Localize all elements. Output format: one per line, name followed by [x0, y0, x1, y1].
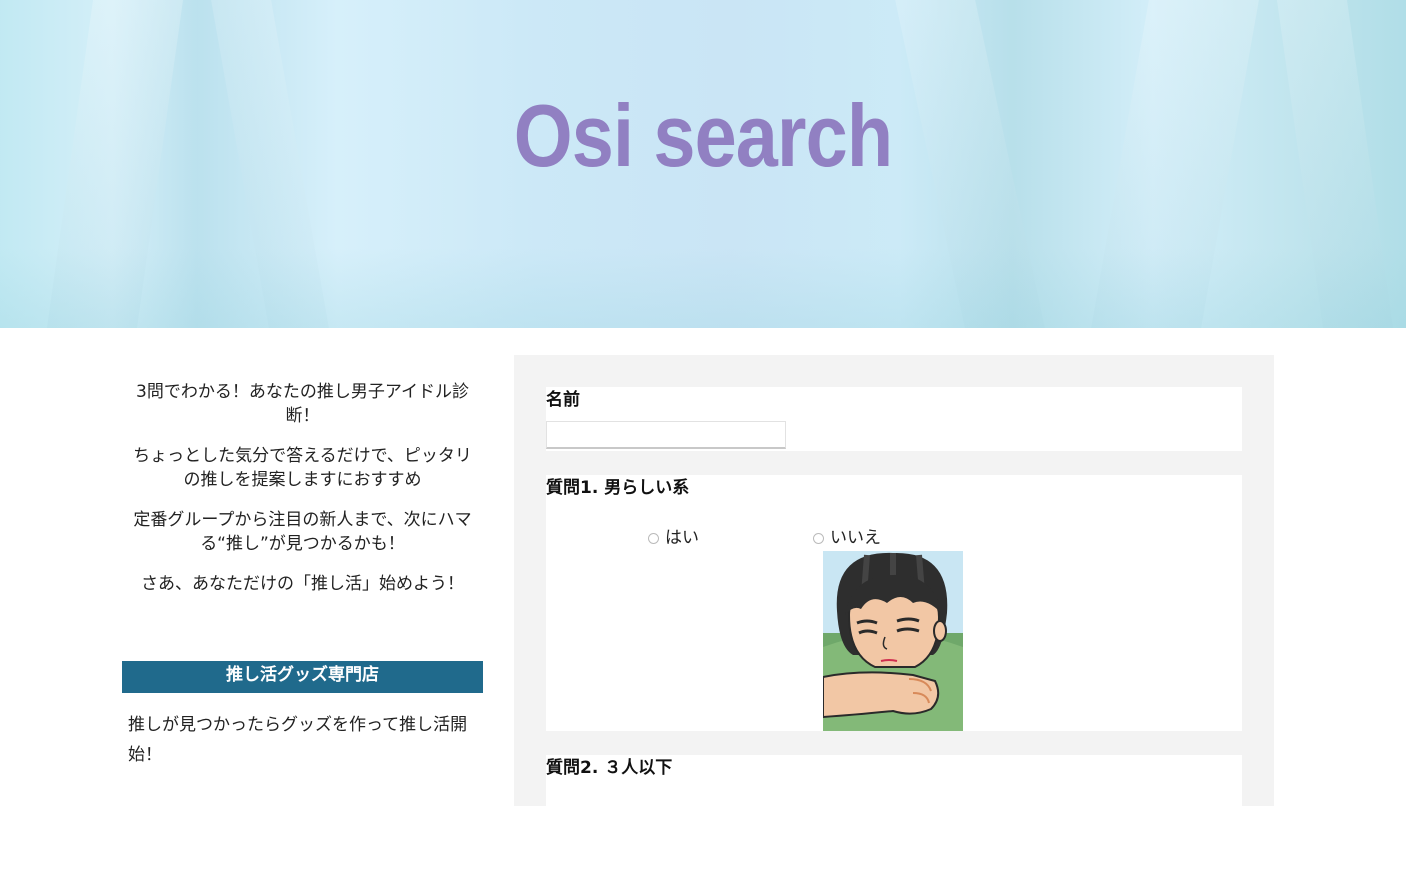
diagnosis-form: 名前 質問1. 男らしい系 はい いいえ 質問2. ３人以下: [514, 355, 1274, 806]
intro-paragraph: ちょっとした気分で答えるだけで、ピッタリの推しを提案しますにおすすめ: [133, 446, 472, 490]
q1-yes-label: はい: [665, 528, 699, 548]
question-2-label: 質問2. ３人以下: [546, 758, 673, 778]
shop-description: 推しが見つかったらグッズを作って推し活開始！: [128, 715, 468, 765]
q1-no-radio[interactable]: [813, 533, 824, 544]
name-card: 名前: [546, 387, 1242, 451]
question-1-label: 質問1. 男らしい系: [546, 478, 690, 498]
question-2-card: 質問2. ３人以下: [546, 755, 1242, 806]
intro-paragraph: さあ、あなただけの「推し活」始めよう！: [141, 574, 464, 594]
name-label: 名前: [546, 390, 580, 410]
boy-resting-chin-illustration: [823, 551, 963, 731]
shop-heading-link[interactable]: 推し活グッズ専門店: [122, 661, 483, 693]
name-input[interactable]: [546, 421, 786, 449]
site-title: Osi search: [513, 86, 893, 185]
intro-paragraph: 定番グループから注目の新人まで、次にハマる“推し”が見つかるかも！: [133, 510, 472, 554]
q1-yes-radio[interactable]: [648, 533, 659, 544]
left-column: 3問でわかる！あなたの推し男子アイドル診断！ ちょっとした気分で答えるだけで、ピ…: [122, 380, 483, 765]
hero-shade: [0, 248, 1406, 328]
hero-banner: Osi search: [0, 0, 1406, 328]
intro-paragraph: 3問でわかる！あなたの推し男子アイドル診断！: [136, 382, 469, 426]
question-1-card: 質問1. 男らしい系 はい いいえ: [546, 475, 1242, 731]
q1-yes-option[interactable]: はい: [648, 523, 699, 548]
q1-no-option[interactable]: いいえ: [813, 523, 881, 548]
q1-no-label: いいえ: [830, 528, 881, 548]
intro-text: 3問でわかる！あなたの推し男子アイドル診断！ ちょっとした気分で答えるだけで、ピ…: [122, 380, 483, 596]
